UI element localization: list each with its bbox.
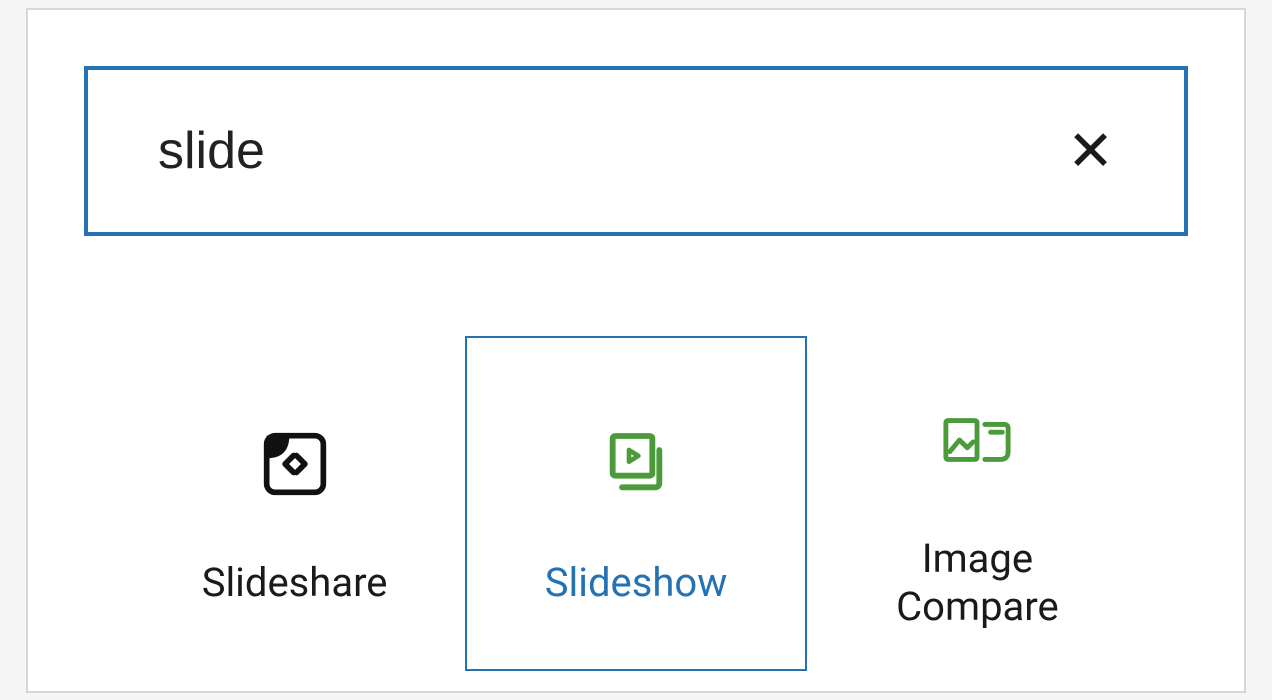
block-option-slideshow[interactable]: Slideshow: [465, 336, 807, 671]
image-compare-icon: [942, 405, 1012, 475]
search-input[interactable]: [158, 121, 1067, 181]
block-results-grid: Slideshare Slideshow: [84, 336, 1188, 671]
block-option-slideshare[interactable]: Slideshare: [124, 336, 465, 671]
search-field-wrap: ✕: [84, 66, 1188, 236]
block-option-label: Slideshow: [545, 559, 728, 607]
close-icon[interactable]: ✕: [1067, 123, 1114, 179]
slideshow-icon: [601, 429, 671, 499]
block-option-label: Slideshare: [202, 559, 388, 607]
block-option-label: ImageCompare: [896, 535, 1059, 631]
block-option-image-compare[interactable]: ImageCompare: [807, 336, 1148, 671]
slideshare-icon: [260, 429, 330, 499]
block-inserter-panel: ✕ Slideshare: [26, 8, 1246, 693]
